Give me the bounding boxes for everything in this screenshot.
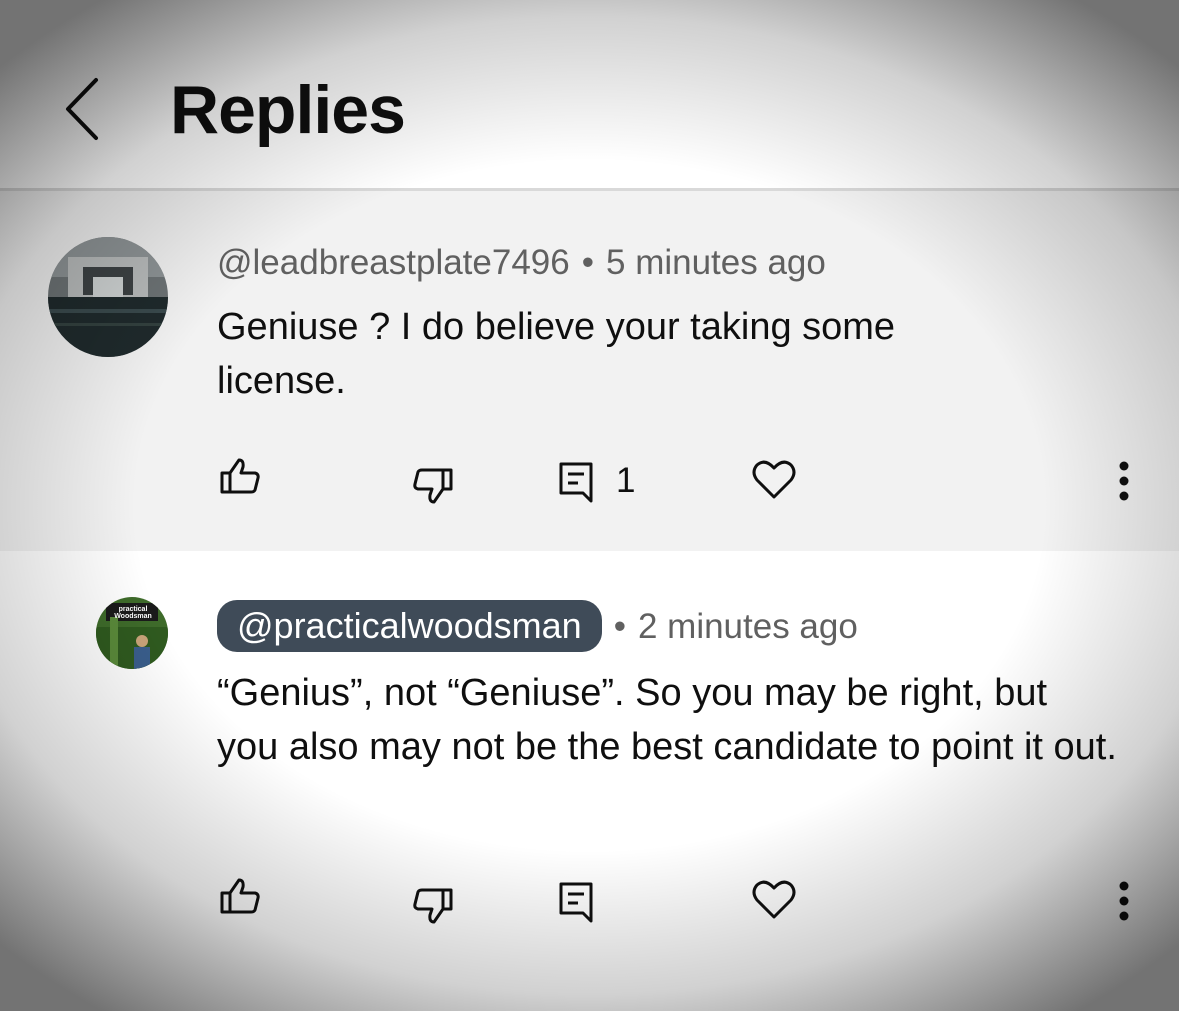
comment-timestamp: 5 minutes ago: [606, 243, 826, 282]
comment-meta: @leadbreastplate7496 • 5 minutes ago: [217, 241, 826, 285]
back-button[interactable]: [58, 72, 108, 146]
dislike-button[interactable]: [412, 887, 454, 925]
avatar[interactable]: [48, 237, 168, 357]
meta-separator: •: [581, 243, 594, 282]
comment-timestamp: 2 minutes ago: [637, 607, 858, 646]
heart-icon: [752, 460, 796, 499]
heart-button[interactable]: [752, 878, 796, 920]
more-options-button[interactable]: [1116, 881, 1132, 921]
comment-text: “Genius”, not “Geniuse”. So you may be r…: [217, 672, 1117, 768]
meta-separator: •: [613, 607, 626, 646]
comment-author[interactable]: @leadbreastplate7496: [217, 243, 570, 282]
replies-header: Replies: [0, 0, 1179, 191]
reply-button[interactable]: [558, 881, 594, 923]
dislike-button[interactable]: [412, 467, 454, 505]
page-title: Replies: [170, 72, 406, 148]
more-vertical-icon: [1119, 461, 1129, 501]
avatar-logo-text: practical Woodsman: [114, 606, 152, 620]
heart-icon: [752, 880, 796, 919]
reply-count: 1: [616, 461, 636, 500]
more-vertical-icon: [1119, 881, 1129, 921]
parent-comment: @leadbreastplate7496 • 5 minutes ago Geniu…: [0, 191, 1179, 551]
like-button[interactable]: [219, 457, 261, 495]
chevron-left-icon: [66, 78, 98, 140]
thumbs-up-icon: [220, 878, 260, 914]
reply-comment: practical Woodsman @practicalwoodsman • 2 …: [0, 551, 1179, 1011]
thumbs-down-icon: [413, 468, 453, 504]
comment-meta: @practicalwoodsman • 2 minutes ago: [217, 600, 858, 652]
creator-handle-badge[interactable]: @practicalwoodsman: [217, 600, 602, 652]
comment-text: Geniuse ? I do believe your taking some …: [217, 306, 896, 402]
reply-comment-icon: [559, 882, 593, 923]
reply-button[interactable]: [558, 461, 594, 503]
thumbs-up-icon: [220, 458, 260, 494]
reply-comment-icon: [559, 462, 593, 503]
more-options-button[interactable]: [1116, 461, 1132, 501]
heart-button[interactable]: [752, 458, 796, 500]
thumbs-down-icon: [413, 888, 453, 924]
like-button[interactable]: [219, 877, 261, 915]
